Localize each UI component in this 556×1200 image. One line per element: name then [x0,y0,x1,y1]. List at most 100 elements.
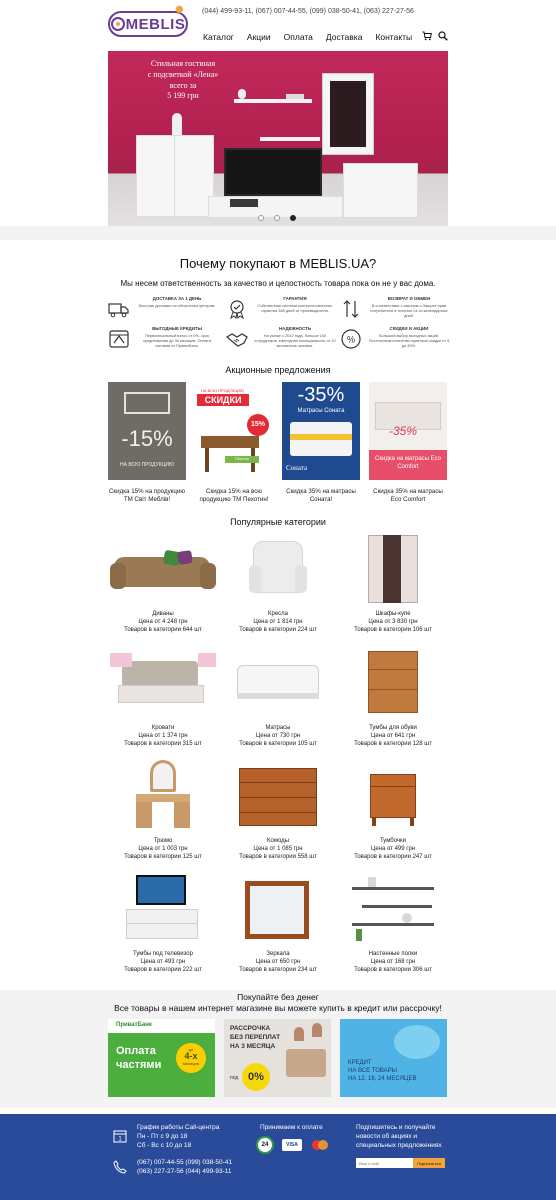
category-item[interactable]: Тумбы для обуви Цена от 641 грн Товаров … [338,647,448,748]
badge-post: месяцев [183,1061,199,1066]
footer-phones-line-2[interactable]: (063) 227-27-56 (044) 499-93-11 [137,1168,232,1177]
promo-caption[interactable]: Скидка 15% на продукцию ТМ Світ Меблів! [108,488,186,504]
installment-text: РАССРОЧКА БЕЗ ПЕРЕПЛАТ НА 3 МЕСЯЦА [230,1025,280,1051]
category-item[interactable]: Комоды Цена от 1 085 грн Товаров в катег… [223,760,333,861]
category-name[interactable]: Кресла [223,611,333,619]
schedule-weekdays: Пн - Пт с 9 до 18 [137,1132,188,1140]
category-image[interactable] [338,760,448,835]
email-input[interactable] [356,1158,413,1168]
feature-text: Быстрая доставка по областным центрам. [138,303,216,308]
category-image[interactable] [338,873,448,948]
feature-text: Первоначальный взнос от 0%, срок кредито… [143,333,211,349]
logo-mark-icon [110,17,125,31]
promo-small-text: Матрасы Соната [297,408,345,414]
credit-card-privatbank[interactable]: ПриватБанк Оплата частями до 4-х месяцев [108,1019,215,1097]
category-item[interactable]: Трюмо Цена от 1 003 грн Товаров в катего… [108,760,218,861]
promo-image[interactable]: НА ВСЮ ПРОДУКЦИЮ СКИДКИ 15% Пехотин [195,382,273,480]
category-price: Цена от 641 грн [370,732,416,739]
logo[interactable]: MEBLIS ✺ [108,5,188,37]
category-name[interactable]: Кровати [108,725,218,733]
category-count: Товаров в категории 106 шт [354,626,432,633]
category-name[interactable]: Тумбы под телевизор [108,951,218,959]
category-image[interactable] [338,647,448,722]
loan-line-1: КРЕДИТ [348,1060,372,1066]
installment-line-2: БЕЗ ПЕРЕПЛАТ [230,1033,281,1041]
why-subtitle: Мы несем ответственность за качество и ц… [120,279,436,288]
category-item[interactable]: Кресла Цена от 1 814 грн Товаров в катег… [223,533,333,634]
subscribe-button[interactable]: Подписаться [413,1158,445,1168]
category-name[interactable]: Диваны [108,611,218,619]
feature-text: На рынке с 2012 года, больше 100 сотрудн… [254,333,336,349]
search-icon[interactable] [438,31,448,41]
credit-badge: до 4-х месяцев [176,1043,206,1073]
category-image[interactable] [223,760,333,835]
category-name[interactable]: Тумбочки [338,838,448,846]
nav-contacts[interactable]: Контакты [375,32,412,42]
category-name[interactable]: Трюмо [108,838,218,846]
installment-pod: под [230,1075,239,1081]
category-item[interactable]: Тумбочки Цена от 499 грн Товаров в катег… [338,760,448,861]
credit-card-installment[interactable]: РАССРОЧКА БЕЗ ПЕРЕПЛАТ НА 3 МЕСЯЦА под 0… [224,1019,331,1097]
installment-line-3: НА 3 МЕСЯЦА [230,1042,276,1050]
books [286,94,304,99]
chair-image [286,1049,326,1077]
subscribe-form: Подписаться [356,1158,445,1168]
cart-icon[interactable] [422,31,432,41]
category-name[interactable]: Настенные полки [338,951,448,959]
category-count: Товаров в категории 558 шт [239,853,317,860]
category-image[interactable] [223,533,333,608]
category-image[interactable] [223,873,333,948]
category-name[interactable]: Зеркала [223,951,333,959]
mattress-layer [290,434,352,440]
promo-card[interactable]: -35% Скидка на матрасы Eco Comfort Скидк… [369,382,447,504]
category-item[interactable]: Настенные полки Цена от 168 грн Товаров … [338,873,448,974]
nav-catalog[interactable]: Каталог [203,32,234,42]
promo-brand: Соната [286,464,308,472]
slider-dot-1[interactable] [258,215,264,221]
category-item[interactable]: Матрасы Цена от 730 грн Товаров в катего… [223,647,333,748]
category-item[interactable]: Кровати Цена от 1 374 грн Товаров в кате… [108,647,218,748]
category-image[interactable] [108,533,218,608]
footer-phones-line-1[interactable]: (067) 007-44-55 (099) 038-50-41 [137,1159,232,1168]
slider-dot-3[interactable] [290,215,296,221]
header: MEBLIS ✺ (044) 499-93-11, (067) 007-44-5… [0,0,556,50]
category-item[interactable]: Шкафы-купе Цена от 3 830 грн Товаров в к… [338,533,448,634]
category-image[interactable] [108,760,218,835]
category-name[interactable]: Комоды [223,838,333,846]
nav-payment[interactable]: Оплата [284,32,313,42]
promo-card[interactable]: НА ВСЮ ПРОДУКЦИЮ СКИДКИ 15% Пехотин Скид… [195,382,273,504]
category-name[interactable]: Тумбы для обуви [338,725,448,733]
category-image[interactable] [338,533,448,608]
schedule-weekend: Сб - Вс с 10 до 18 [137,1141,192,1149]
category-image[interactable] [223,647,333,722]
promo-small-text: Скидка на матрасы Eco Comfort [369,450,447,480]
promo-image[interactable]: -15% НА ВСЮ ПРОДУКЦИЮ [108,382,186,480]
credit-card-loan[interactable]: КРЕДИТ НА ВСЕ ТОВАРЫ НА 12, 18, 24 МЕСЯЦ… [340,1019,447,1097]
feature-text: В соответствии с законом о Защите прав п… [370,303,448,319]
nav-delivery[interactable]: Доставка [326,32,363,42]
category-item[interactable]: Тумбы под телевизор Цена от 493 грн Това… [108,873,218,974]
promo-card[interactable]: -35% Матрасы Соната Соната Скидка 35% на… [282,382,360,504]
category-image[interactable] [108,873,218,948]
loan-line-3: НА 12, 18, 24 МЕСЯЦЕВ [348,1076,417,1083]
category-name[interactable]: Шкафы-купе [338,611,448,619]
hero-slider[interactable]: Стильная гостиная с подсветкой «Лена» вс… [108,51,448,226]
promo-image[interactable]: -35% Матрасы Соната Соната [282,382,360,480]
promo-caption[interactable]: Скидка 35% на матрасы Eco Comfort [369,488,447,504]
slider-dot-2[interactable] [274,215,280,221]
credit-title: Покупайте без денег [237,992,319,1002]
category-name[interactable]: Матрасы [223,725,333,733]
category-image[interactable] [108,647,218,722]
promo-caption[interactable]: Скидка 15% на всю продукцию ТМ Пехотин! [195,488,273,504]
category-count: Товаров в категории 105 шт [239,740,317,747]
promo-image[interactable]: -35% Скидка на матрасы Eco Comfort [369,382,447,480]
features-grid: ДОСТАВКА ЗА 1 ДЕНЬ Быстрая доставка по о… [108,296,449,356]
nav-promotions[interactable]: Акции [247,32,271,42]
category-price: Цена от 168 грн [370,958,416,965]
category-item[interactable]: Диваны Цена от 4 248 грн Товаров в катег… [108,533,218,634]
promo-caption[interactable]: Скидка 35% на матрасы Соната! [282,488,360,504]
promo-card[interactable]: -15% НА ВСЮ ПРОДУКЦИЮ Скидка 15% на прод… [108,382,186,504]
category-count: Товаров в категории 644 шт [124,626,202,633]
feature-delivery: ДОСТАВКА ЗА 1 ДЕНЬ Быстрая доставка по о… [108,296,218,324]
category-item[interactable]: Зеркала Цена от 650 грн Товаров в катего… [223,873,333,974]
